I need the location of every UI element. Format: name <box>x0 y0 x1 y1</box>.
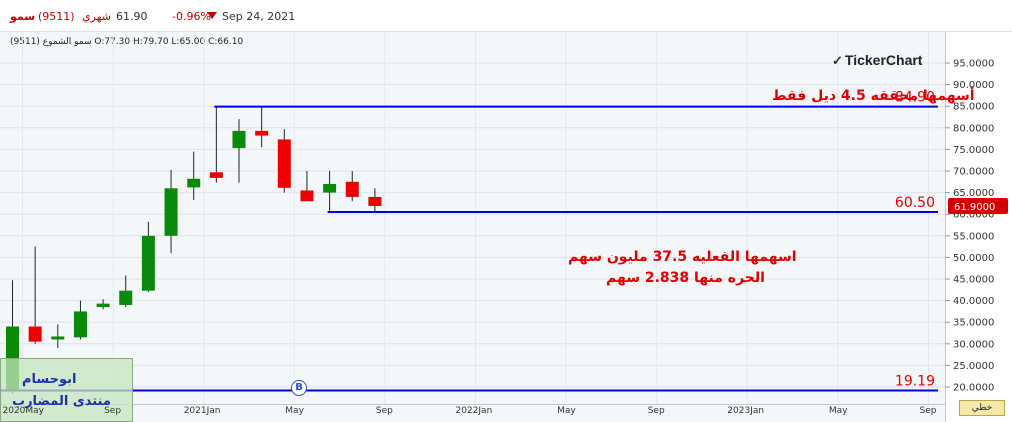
logo-text: TickerChart <box>844 52 923 68</box>
y-tick-label: 55.0000 <box>953 231 994 242</box>
x-tick-label: Sep <box>919 406 937 416</box>
candle-body <box>73 311 87 338</box>
candle-body <box>141 235 155 291</box>
y-tick-label: 50.0000 <box>953 253 994 264</box>
y-tick-label: 70.0000 <box>953 167 994 178</box>
candle-body <box>300 190 314 202</box>
candle-body <box>28 326 42 342</box>
candle-body <box>368 196 382 206</box>
x-tick-label: 2020May <box>2 406 45 416</box>
annotation-top[interactable]: أسهمها محققه 4.5 ديل فقط <box>772 88 975 104</box>
y-tick-label: 80.0000 <box>953 123 994 134</box>
annotation-shares-line2[interactable]: الحره منها 2.838 سهم <box>606 270 765 286</box>
candle-body <box>164 188 178 236</box>
x-tick-label: Sep <box>375 406 393 416</box>
annotation-shares-line1[interactable]: اسهمها الفعليه 37.5 مليون سهم <box>568 249 797 265</box>
y-tick-label: 40.0000 <box>953 296 994 307</box>
candle-body <box>277 139 291 188</box>
author-name: ابوحسام <box>22 372 77 387</box>
tickerchart-logo: ✓ TickerChart <box>832 52 922 69</box>
buy-marker[interactable]: B <box>291 380 307 396</box>
y-tick-label: 25.0000 <box>953 361 994 372</box>
x-tick-label: May <box>285 406 304 416</box>
candle-body <box>232 130 246 149</box>
candle-body <box>119 290 133 305</box>
candle-body <box>345 181 359 197</box>
y-tick-label: 95.0000 <box>953 59 994 70</box>
y-tick-label: 30.0000 <box>953 339 994 350</box>
level-label: 19.19 <box>895 373 935 389</box>
candle-body <box>209 172 223 178</box>
x-tick-label: Sep <box>104 406 122 416</box>
scale-toggle-button[interactable]: خطي <box>959 400 1005 416</box>
x-tick-label: Sep <box>647 406 665 416</box>
y-tick-label: 65.0000 <box>953 188 994 199</box>
x-tick-label: May <box>828 406 848 416</box>
check-icon: ✓ <box>832 53 843 68</box>
candle-body <box>323 183 337 193</box>
candle-body <box>187 178 201 188</box>
candle-body <box>96 303 110 308</box>
level-label: 60.50 <box>895 195 935 211</box>
y-tick-label: 35.0000 <box>953 318 994 329</box>
last-price-badge-label: 61.9000 <box>954 202 995 213</box>
x-tick-label: 2022Jan <box>455 406 493 416</box>
y-tick-label: 20.0000 <box>953 383 994 394</box>
x-tick-label: 2023Jan <box>727 406 765 416</box>
candle-body <box>51 336 65 340</box>
y-tick-label: 75.0000 <box>953 145 994 156</box>
x-tick-label: 2021Jan <box>183 406 221 416</box>
x-tick-label: May <box>557 406 576 416</box>
candle-body <box>255 130 269 136</box>
y-tick-label: 45.0000 <box>953 275 994 286</box>
